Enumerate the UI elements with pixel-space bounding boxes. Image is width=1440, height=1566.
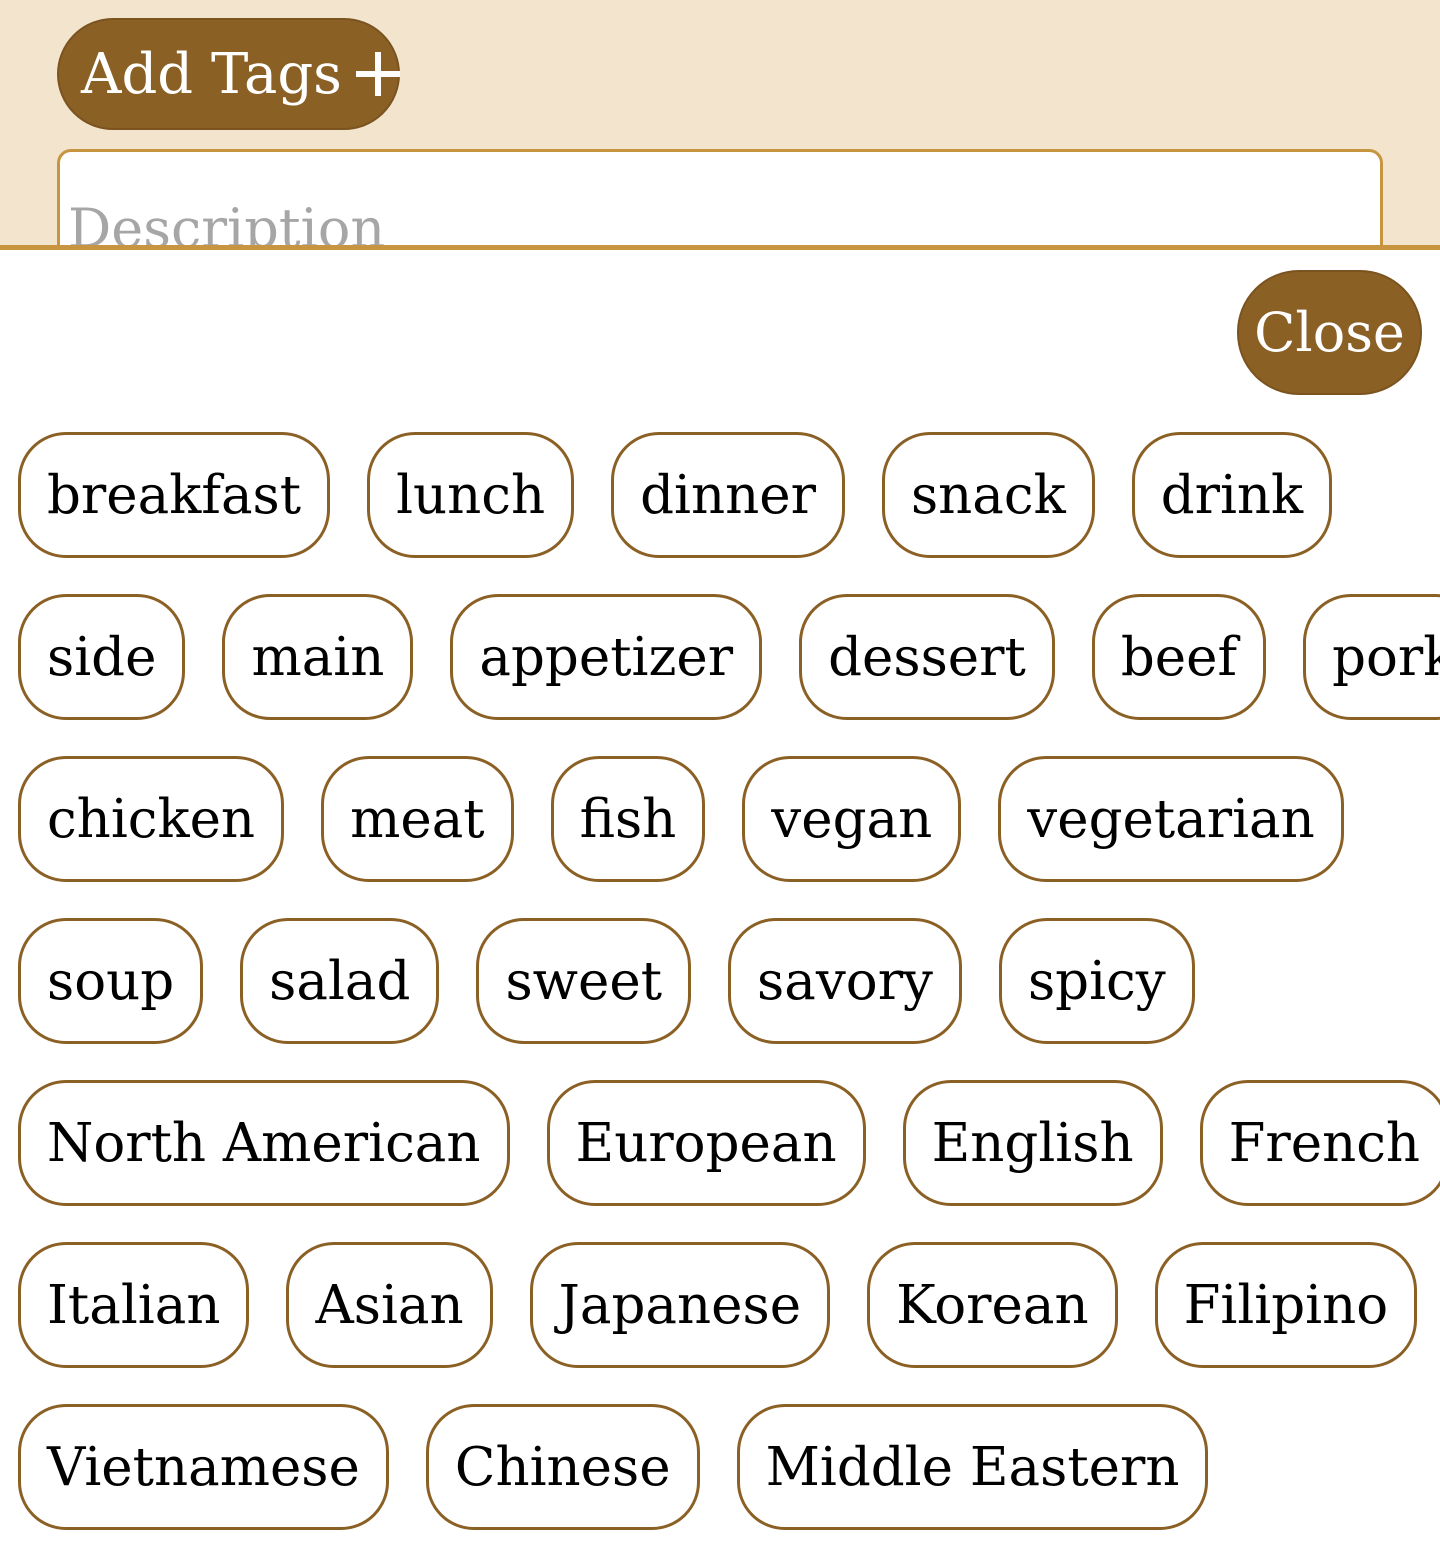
tag-row: side main appetizer dessert beef pork xyxy=(18,594,1440,720)
close-button[interactable]: Close xyxy=(1237,270,1422,395)
tag-chip[interactable]: English xyxy=(902,1080,1163,1206)
tag-chip[interactable]: European xyxy=(546,1080,866,1206)
tag-chip[interactable]: vegetarian xyxy=(998,756,1344,882)
tag-chip[interactable]: sweet xyxy=(476,918,692,1044)
tag-chip[interactable]: Middle Eastern xyxy=(736,1404,1209,1530)
tag-chip[interactable]: meat xyxy=(321,756,514,882)
tag-chip[interactable]: North American xyxy=(18,1080,510,1206)
tag-chip[interactable]: vegan xyxy=(742,756,962,882)
tag-chip[interactable]: snack xyxy=(881,432,1095,558)
tag-chip[interactable]: main xyxy=(222,594,414,720)
tag-chip[interactable]: savory xyxy=(728,918,962,1044)
tag-chip[interactable]: Chinese xyxy=(425,1404,700,1530)
tag-row: North American European English French xyxy=(18,1080,1440,1206)
tag-chip[interactable]: soup xyxy=(18,918,204,1044)
tag-chip[interactable]: side xyxy=(18,594,186,720)
tag-row: soup salad sweet savory spicy xyxy=(18,918,1428,1044)
tag-chip[interactable]: pork xyxy=(1303,594,1440,720)
description-input[interactable] xyxy=(57,149,1383,245)
tag-chip[interactable]: spicy xyxy=(998,918,1195,1044)
tag-chip[interactable]: chicken xyxy=(18,756,285,882)
tag-chip[interactable]: dinner xyxy=(611,432,845,558)
tag-chip[interactable]: Korean xyxy=(867,1242,1118,1368)
tag-chip[interactable]: Japanese xyxy=(529,1242,831,1368)
tag-editor-header: Add Tags xyxy=(0,0,1440,250)
tag-chip[interactable]: drink xyxy=(1131,432,1333,558)
tag-row: Vietnamese Chinese Middle Eastern xyxy=(18,1404,1428,1530)
tag-chip[interactable]: Italian xyxy=(18,1242,250,1368)
tag-chip[interactable]: beef xyxy=(1091,594,1267,720)
tag-chip[interactable]: appetizer xyxy=(450,594,763,720)
tag-row: chicken meat fish vegan vegetarian xyxy=(18,756,1428,882)
tag-chip[interactable]: fish xyxy=(550,756,706,882)
add-tags-label: Add Tags xyxy=(81,41,342,107)
tag-chip[interactable]: Asian xyxy=(286,1242,493,1368)
tag-list: breakfast lunch dinner snack drink side main ap… xyxy=(18,432,1440,1566)
tag-chip[interactable]: French xyxy=(1199,1080,1440,1206)
add-tags-button[interactable]: Add Tags xyxy=(57,18,401,130)
tag-chip[interactable]: Filipino xyxy=(1154,1242,1418,1368)
plus-icon xyxy=(355,52,401,96)
tag-chip[interactable]: Vietnamese xyxy=(18,1404,389,1530)
tag-chip[interactable]: salad xyxy=(240,918,440,1044)
tag-chip[interactable]: lunch xyxy=(367,432,575,558)
tag-chip[interactable]: dessert xyxy=(799,594,1055,720)
tag-chip[interactable]: breakfast xyxy=(18,432,331,558)
tag-row: breakfast lunch dinner snack drink xyxy=(18,432,1428,558)
tag-row: Italian Asian Japanese Korean Filipino xyxy=(18,1242,1428,1368)
